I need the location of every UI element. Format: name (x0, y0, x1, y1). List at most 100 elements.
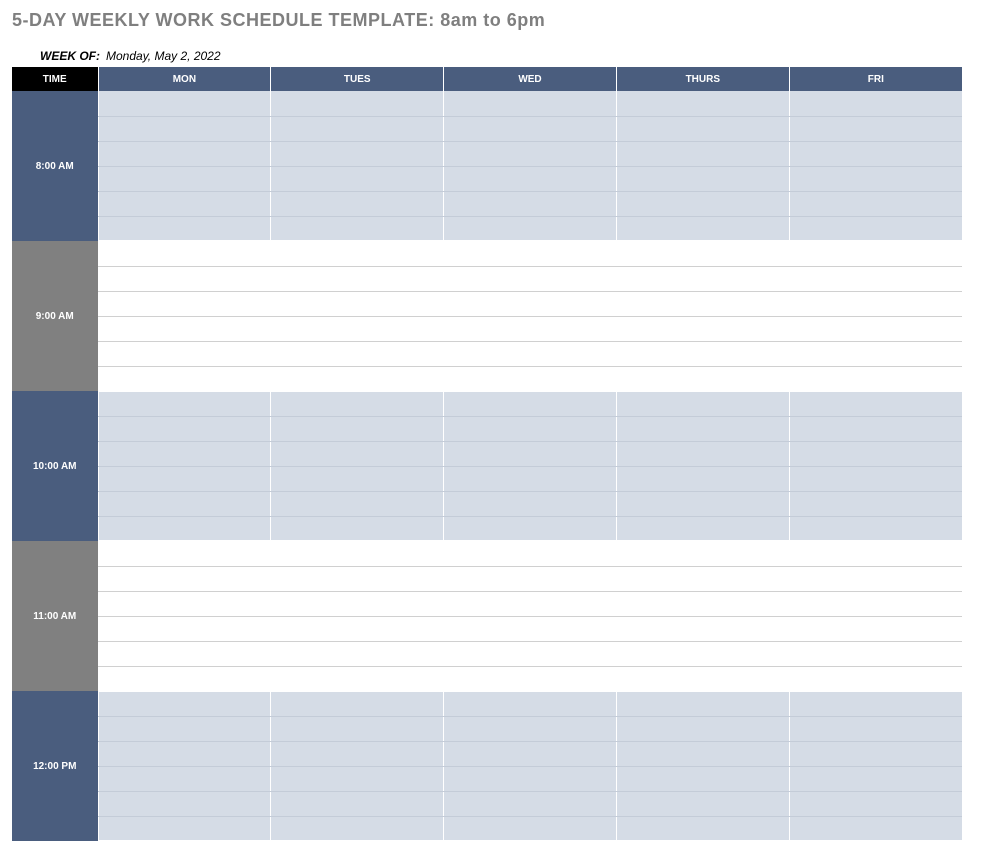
schedule-cell[interactable] (98, 741, 271, 766)
schedule-cell[interactable] (98, 416, 271, 441)
schedule-cell[interactable] (789, 366, 962, 391)
schedule-cell[interactable] (271, 591, 444, 616)
schedule-cell[interactable] (444, 266, 617, 291)
schedule-cell[interactable] (789, 91, 962, 116)
schedule-cell[interactable] (444, 216, 617, 241)
schedule-cell[interactable] (271, 691, 444, 716)
schedule-cell[interactable] (789, 816, 962, 841)
schedule-cell[interactable] (789, 316, 962, 341)
schedule-cell[interactable] (789, 491, 962, 516)
schedule-cell[interactable] (98, 116, 271, 141)
schedule-cell[interactable] (616, 191, 789, 216)
schedule-cell[interactable] (98, 566, 271, 591)
schedule-cell[interactable] (616, 141, 789, 166)
schedule-cell[interactable] (98, 291, 271, 316)
schedule-cell[interactable] (616, 816, 789, 841)
schedule-cell[interactable] (616, 341, 789, 366)
schedule-cell[interactable] (789, 241, 962, 266)
schedule-cell[interactable] (789, 141, 962, 166)
schedule-cell[interactable] (444, 616, 617, 641)
schedule-cell[interactable] (98, 716, 271, 741)
schedule-cell[interactable] (98, 216, 271, 241)
schedule-cell[interactable] (271, 416, 444, 441)
schedule-cell[interactable] (98, 316, 271, 341)
schedule-cell[interactable] (444, 491, 617, 516)
schedule-cell[interactable] (271, 391, 444, 416)
schedule-cell[interactable] (444, 591, 617, 616)
schedule-cell[interactable] (98, 541, 271, 566)
schedule-cell[interactable] (444, 91, 617, 116)
schedule-cell[interactable] (789, 641, 962, 666)
schedule-cell[interactable] (616, 216, 789, 241)
schedule-cell[interactable] (271, 91, 444, 116)
schedule-cell[interactable] (271, 666, 444, 691)
schedule-cell[interactable] (271, 141, 444, 166)
schedule-cell[interactable] (271, 616, 444, 641)
schedule-cell[interactable] (444, 241, 617, 266)
schedule-cell[interactable] (444, 116, 617, 141)
schedule-cell[interactable] (98, 366, 271, 391)
schedule-cell[interactable] (98, 691, 271, 716)
schedule-cell[interactable] (789, 291, 962, 316)
schedule-cell[interactable] (444, 541, 617, 566)
schedule-cell[interactable] (98, 491, 271, 516)
schedule-cell[interactable] (789, 616, 962, 641)
schedule-cell[interactable] (271, 566, 444, 591)
schedule-cell[interactable] (444, 191, 617, 216)
schedule-cell[interactable] (98, 341, 271, 366)
schedule-cell[interactable] (616, 791, 789, 816)
schedule-cell[interactable] (789, 516, 962, 541)
schedule-cell[interactable] (789, 691, 962, 716)
schedule-cell[interactable] (444, 141, 617, 166)
schedule-cell[interactable] (616, 266, 789, 291)
schedule-cell[interactable] (444, 816, 617, 841)
schedule-cell[interactable] (616, 391, 789, 416)
schedule-cell[interactable] (444, 691, 617, 716)
schedule-cell[interactable] (789, 441, 962, 466)
schedule-cell[interactable] (444, 391, 617, 416)
schedule-cell[interactable] (616, 591, 789, 616)
schedule-cell[interactable] (789, 266, 962, 291)
schedule-cell[interactable] (789, 766, 962, 791)
schedule-cell[interactable] (789, 466, 962, 491)
schedule-cell[interactable] (444, 641, 617, 666)
schedule-cell[interactable] (444, 166, 617, 191)
schedule-cell[interactable] (98, 766, 271, 791)
schedule-cell[interactable] (271, 541, 444, 566)
schedule-cell[interactable] (616, 366, 789, 391)
schedule-cell[interactable] (98, 466, 271, 491)
schedule-cell[interactable] (616, 466, 789, 491)
schedule-cell[interactable] (444, 366, 617, 391)
schedule-cell[interactable] (789, 416, 962, 441)
schedule-cell[interactable] (789, 741, 962, 766)
schedule-cell[interactable] (271, 791, 444, 816)
schedule-cell[interactable] (616, 316, 789, 341)
schedule-cell[interactable] (98, 166, 271, 191)
schedule-cell[interactable] (271, 316, 444, 341)
schedule-cell[interactable] (444, 566, 617, 591)
schedule-cell[interactable] (444, 441, 617, 466)
schedule-cell[interactable] (271, 191, 444, 216)
schedule-cell[interactable] (444, 716, 617, 741)
schedule-cell[interactable] (444, 516, 617, 541)
schedule-cell[interactable] (98, 516, 271, 541)
schedule-cell[interactable] (98, 441, 271, 466)
schedule-cell[interactable] (616, 766, 789, 791)
schedule-cell[interactable] (616, 641, 789, 666)
schedule-cell[interactable] (98, 791, 271, 816)
schedule-cell[interactable] (789, 566, 962, 591)
schedule-cell[interactable] (616, 91, 789, 116)
schedule-cell[interactable] (271, 491, 444, 516)
schedule-cell[interactable] (444, 766, 617, 791)
schedule-cell[interactable] (616, 166, 789, 191)
schedule-cell[interactable] (444, 416, 617, 441)
schedule-cell[interactable] (616, 691, 789, 716)
schedule-cell[interactable] (271, 241, 444, 266)
schedule-cell[interactable] (444, 341, 617, 366)
schedule-cell[interactable] (271, 516, 444, 541)
schedule-cell[interactable] (789, 791, 962, 816)
schedule-cell[interactable] (271, 816, 444, 841)
schedule-cell[interactable] (271, 441, 444, 466)
schedule-cell[interactable] (98, 616, 271, 641)
schedule-cell[interactable] (789, 166, 962, 191)
